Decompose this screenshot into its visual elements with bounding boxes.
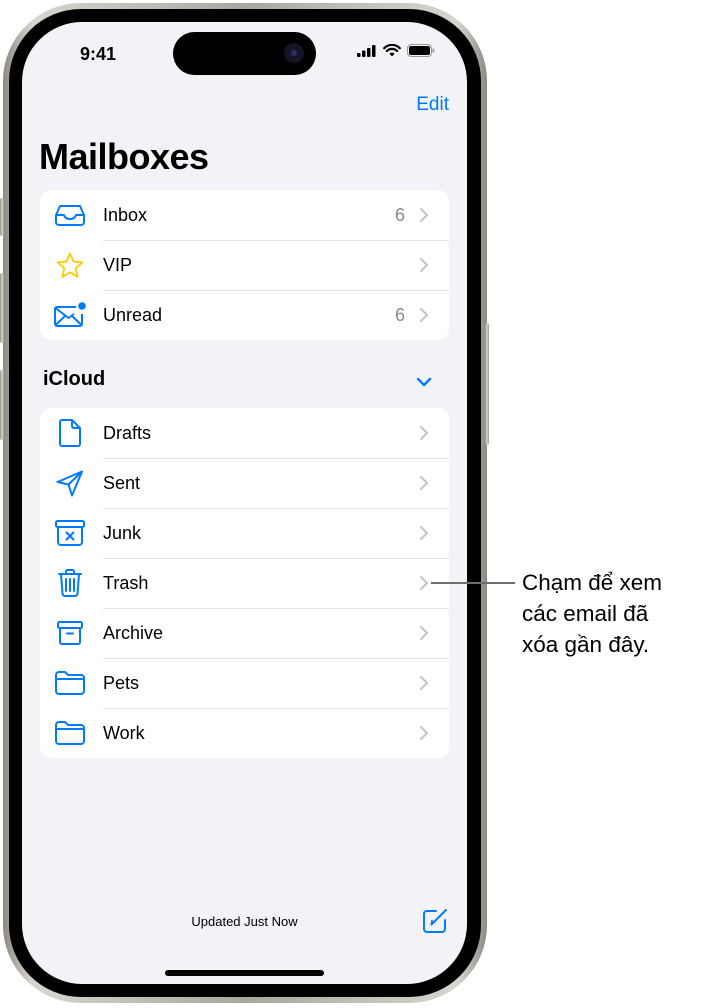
tray-icon (54, 199, 86, 231)
mailbox-label: Drafts (103, 422, 152, 443)
page-title: Mailboxes (39, 136, 209, 177)
mailbox-row-junk[interactable]: Junk (40, 508, 449, 558)
dynamic-island (173, 32, 316, 75)
chevron-right-icon (420, 426, 428, 440)
folder-icon (54, 717, 86, 749)
archive-box-icon (54, 617, 86, 649)
unread-count: 6 (394, 304, 405, 325)
mailbox-label: Unread (103, 304, 163, 325)
action-button (0, 198, 4, 236)
callout-leader-line (431, 582, 515, 584)
mailbox-row-work[interactable]: Work (40, 708, 449, 758)
mailbox-row-vip[interactable]: VIP (40, 240, 449, 290)
battery-icon (407, 44, 435, 57)
compose-icon[interactable] (422, 908, 448, 934)
star-icon (54, 249, 86, 281)
cellular-signal-icon (357, 44, 376, 57)
chevron-right-icon (420, 576, 428, 590)
chevron-right-icon (420, 626, 428, 640)
camera-icon (284, 43, 304, 63)
chevron-down-icon[interactable] (416, 376, 432, 388)
home-indicator[interactable] (165, 970, 324, 976)
volume-up-button (0, 273, 4, 343)
mailbox-row-inbox[interactable]: Inbox 6 (40, 190, 449, 240)
mailbox-row-drafts[interactable]: Drafts (40, 408, 449, 458)
wifi-icon (383, 44, 401, 57)
smart-mailboxes-list: Inbox 6 VIP Unread 6 (40, 190, 449, 340)
chevron-right-icon (420, 476, 428, 490)
mailbox-label: Pets (103, 672, 140, 693)
mailbox-label: Archive (103, 622, 164, 643)
mailbox-label: Work (103, 722, 145, 743)
status-time: 9:41 (80, 44, 117, 64)
callout-text: Chạm để xem các email đã xóa gần đây. (522, 570, 663, 657)
screen: 9:41 Edit Mailboxes Inbox 6 VIP Unread 6… (22, 22, 467, 984)
mailbox-label: VIP (103, 254, 133, 275)
chevron-right-icon (420, 308, 428, 322)
volume-down-button (0, 370, 4, 440)
update-status: Updated Just Now (191, 914, 298, 929)
mailbox-row-sent[interactable]: Sent (40, 458, 449, 508)
chevron-right-icon (420, 208, 428, 222)
mailbox-label: Inbox (103, 204, 148, 225)
unread-count: 6 (394, 204, 405, 225)
mailbox-row-trash[interactable]: Trash (40, 558, 449, 608)
mailbox-row-unread[interactable]: Unread 6 (40, 290, 449, 340)
chevron-right-icon (420, 726, 428, 740)
chevron-right-icon (420, 526, 428, 540)
mailbox-row-archive[interactable]: Archive (40, 608, 449, 658)
folder-icon (54, 667, 86, 699)
edit-button[interactable]: Edit (416, 94, 449, 116)
document-icon (54, 417, 86, 449)
mailbox-label: Sent (103, 472, 141, 493)
mailbox-label: Junk (103, 522, 142, 543)
paper-plane-icon (54, 467, 86, 499)
account-header[interactable]: iCloud (43, 368, 105, 391)
trash-icon (54, 567, 86, 599)
mailbox-label: Trash (103, 572, 149, 593)
icloud-mailboxes-list: Drafts Sent Junk Trash Archive Pets Work (40, 408, 449, 758)
mailbox-row-pets[interactable]: Pets (40, 658, 449, 708)
chevron-right-icon (420, 258, 428, 272)
envelope-badge-icon (54, 299, 86, 331)
junk-bin-icon (54, 517, 86, 549)
chevron-right-icon (420, 676, 428, 690)
status-icons (357, 44, 435, 57)
side-button (485, 323, 489, 445)
